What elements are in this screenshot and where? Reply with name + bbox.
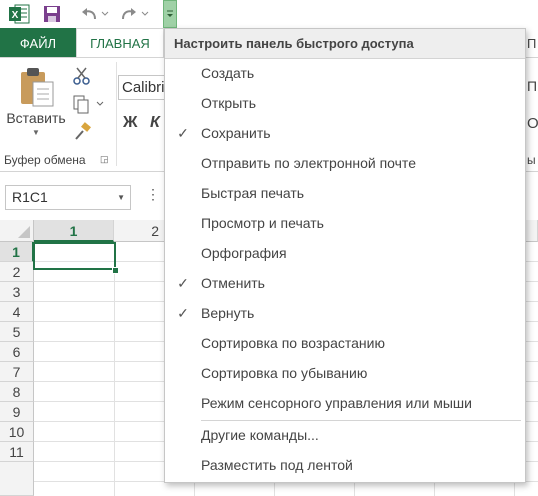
menu-item-label: Разместить под лентой [201, 457, 353, 473]
menu-item-save[interactable]: ✓ Сохранить [165, 118, 525, 148]
svg-text:X: X [12, 10, 19, 21]
menu-item-label: Другие команды... [201, 427, 319, 443]
format-painter-icon[interactable] [72, 122, 94, 144]
menu-item-label: Отправить по электронной почте [201, 155, 416, 171]
menu-item-label: Просмотр и печать [201, 215, 324, 231]
formula-bar-handle-icon[interactable]: ⋮ [146, 186, 160, 203]
ribbon-partial-text: П [527, 78, 538, 94]
paste-icon [21, 68, 54, 107]
row-header[interactable]: 2 [0, 262, 34, 282]
redo-icon[interactable] [118, 2, 140, 26]
dialog-launcher-icon[interactable]: ◲ [100, 154, 109, 165]
grid-line [114, 242, 115, 496]
menu-item-show-below-ribbon[interactable]: Разместить под лентой [165, 450, 525, 480]
tab-partial[interactable]: П [527, 36, 536, 51]
font-name-input[interactable]: Calibri [118, 75, 168, 100]
menu-item-label: Отменить [201, 275, 265, 291]
active-cell[interactable] [33, 242, 116, 270]
row-header[interactable]: 5 [0, 322, 34, 342]
column-header[interactable]: 1 [34, 220, 114, 242]
select-all-button[interactable] [0, 220, 34, 242]
checkmark-icon: ✓ [177, 125, 189, 141]
row-header[interactable] [0, 462, 34, 496]
undo-dropdown-icon[interactable] [100, 2, 110, 26]
menu-item-label: Создать [201, 65, 255, 81]
menu-item-label: Сохранить [201, 125, 271, 141]
tab-home[interactable]: ГЛАВНАЯ [76, 28, 164, 58]
redo-dropdown-icon[interactable] [140, 2, 150, 26]
row-header[interactable]: 7 [0, 362, 34, 382]
fill-handle[interactable] [112, 267, 119, 274]
customize-qat-menu: Настроить панель быстрого доступа Создат… [164, 28, 526, 483]
name-box-dropdown-icon[interactable]: ▼ [117, 186, 125, 209]
menu-item-quick-print[interactable]: Быстрая печать [165, 178, 525, 208]
checkmark-icon: ✓ [177, 305, 189, 321]
menu-item-label: Быстрая печать [201, 185, 305, 201]
menu-item-new[interactable]: Создать [165, 58, 525, 88]
paste-label: Вставить [6, 110, 66, 126]
row-header[interactable]: 6 [0, 342, 34, 362]
menu-item-email[interactable]: Отправить по электронной почте [165, 148, 525, 178]
bold-button[interactable]: Ж [123, 114, 137, 132]
tab-file[interactable]: ФАЙЛ [0, 28, 76, 58]
row-header[interactable]: 4 [0, 302, 34, 322]
menu-item-label: Вернуть [201, 305, 255, 321]
menu-item-label: Режим сенсорного управления или мыши [201, 395, 472, 411]
qat-customize-button[interactable] [163, 0, 177, 28]
italic-button[interactable]: К [150, 114, 160, 132]
menu-item-label: Сортировка по убыванию [201, 365, 368, 381]
menu-item-sort-descending[interactable]: Сортировка по убыванию [165, 358, 525, 388]
row-header[interactable]: 10 [0, 422, 34, 442]
menu-item-spelling[interactable]: Орфография [165, 238, 525, 268]
row-header[interactable]: 8 [0, 382, 34, 402]
ribbon-partial-text-3: ы [527, 153, 536, 167]
name-box-value: R1C1 [12, 189, 48, 205]
menu-header: Настроить панель быстрого доступа [165, 29, 525, 59]
menu-item-open[interactable]: Открыть [165, 88, 525, 118]
row-header[interactable]: 11 [0, 442, 34, 462]
paste-button[interactable]: Вставить ▼ [5, 66, 67, 137]
menu-item-label: Открыть [201, 95, 256, 111]
paste-dropdown-icon[interactable]: ▼ [5, 128, 67, 137]
cut-icon[interactable] [72, 66, 94, 88]
menu-item-more-commands[interactable]: Другие команды... [165, 420, 525, 450]
ribbon-partial-text-2: О [527, 115, 538, 132]
menu-item-redo[interactable]: ✓ Вернуть [165, 298, 525, 328]
row-header[interactable]: 1 [0, 242, 34, 262]
clipboard-group-label: Буфер обмена [4, 153, 86, 167]
excel-logo-icon[interactable]: X [6, 2, 32, 26]
menu-item-undo[interactable]: ✓ Отменить [165, 268, 525, 298]
save-icon[interactable] [40, 2, 64, 26]
menu-item-label: Сортировка по возрастанию [201, 335, 385, 351]
row-header[interactable]: 9 [0, 402, 34, 422]
menu-item-print-preview[interactable]: Просмотр и печать [165, 208, 525, 238]
menu-item-touch-mode[interactable]: Режим сенсорного управления или мыши [165, 388, 525, 418]
title-bar: X [0, 0, 538, 28]
undo-icon[interactable] [78, 2, 100, 26]
checkmark-icon: ✓ [177, 275, 189, 291]
name-box[interactable]: R1C1 ▼ [5, 185, 131, 210]
row-header[interactable]: 3 [0, 282, 34, 302]
copy-icon[interactable] [72, 94, 106, 116]
menu-item-label: Орфография [201, 245, 287, 261]
menu-item-sort-ascending[interactable]: Сортировка по возрастанию [165, 328, 525, 358]
qat-customize-icon [167, 10, 173, 17]
ribbon-group-divider [116, 62, 117, 166]
